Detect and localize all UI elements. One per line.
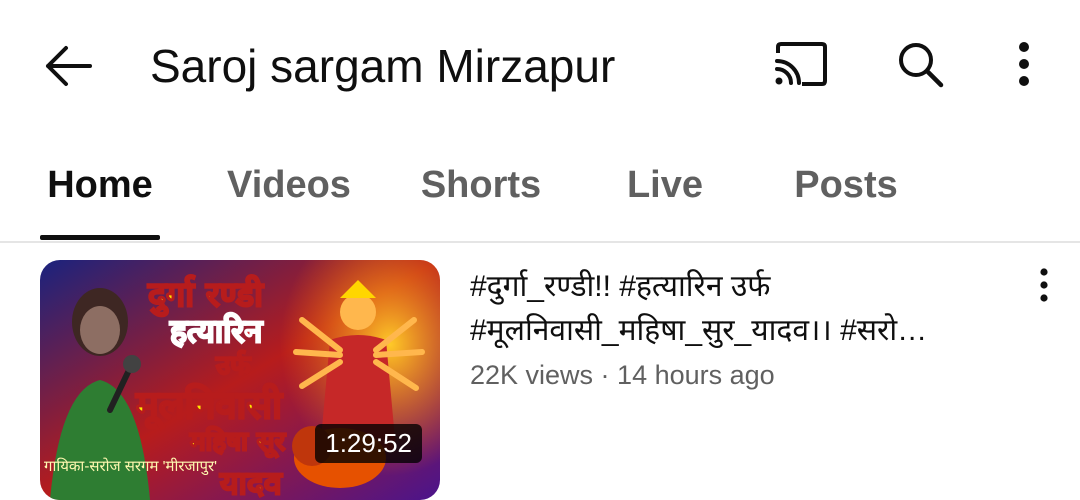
video-duration-badge: 1:29:52 (315, 424, 422, 463)
back-button[interactable] (36, 38, 100, 94)
cast-button[interactable] (768, 36, 832, 92)
video-title[interactable]: #दुर्गा_रण्डी!! #हत्यारिन उर्फ #मूलनिवास… (470, 265, 1010, 353)
video-title-line-2: #मूलनिवासी_महिषा_सुर_यादव।। #सरो… (470, 314, 928, 347)
video-more-options-button[interactable] (1022, 263, 1066, 307)
video-metadata: 22K views · 14 hours ago (470, 360, 775, 390)
channel-title: Saroj sargam Mirzapur (150, 40, 616, 92)
top-app-bar: Saroj sargam Mirzapur (0, 0, 1080, 130)
cast-icon (775, 42, 827, 86)
channel-tabs: Home Videos Shorts Live Posts (0, 130, 1080, 242)
more-options-button[interactable] (992, 36, 1056, 92)
thumbnail-text-5: महिषा सूर (189, 426, 286, 458)
tab-shorts[interactable]: Shorts (414, 130, 548, 240)
search-button[interactable] (888, 36, 952, 92)
thumbnail-text-3: उर्फ (215, 350, 251, 381)
more-vert-icon (1019, 42, 1029, 86)
thumbnail-text-6: यादव (219, 464, 283, 500)
tab-live[interactable]: Live (620, 130, 710, 240)
more-vert-icon (1040, 268, 1048, 302)
tab-videos[interactable]: Videos (218, 130, 360, 240)
search-icon (899, 43, 944, 88)
thumbnail-text-4: मूलनिवासी (135, 383, 283, 430)
arrow-left-icon (46, 46, 92, 86)
video-list-item[interactable]: दुर्गा रण्डी हत्यारिन उर्फ मूलनिवासी महि… (0, 243, 1080, 500)
video-thumbnail[interactable]: दुर्गा रण्डी हत्यारिन उर्फ मूलनिवासी महि… (40, 260, 440, 500)
thumbnail-text-2: हत्यारिन (169, 312, 263, 350)
active-tab-indicator (40, 235, 160, 240)
thumbnail-caption: गायिका-सरोज सरगम 'मीरजापुर' (44, 458, 218, 475)
tab-posts[interactable]: Posts (788, 130, 904, 240)
video-title-line-1: #दुर्गा_रण्डी!! #हत्यारिन उर्फ (470, 270, 771, 303)
thumbnail-text-1: दुर्गा रण्डी (147, 274, 264, 317)
tab-home[interactable]: Home (40, 130, 160, 240)
